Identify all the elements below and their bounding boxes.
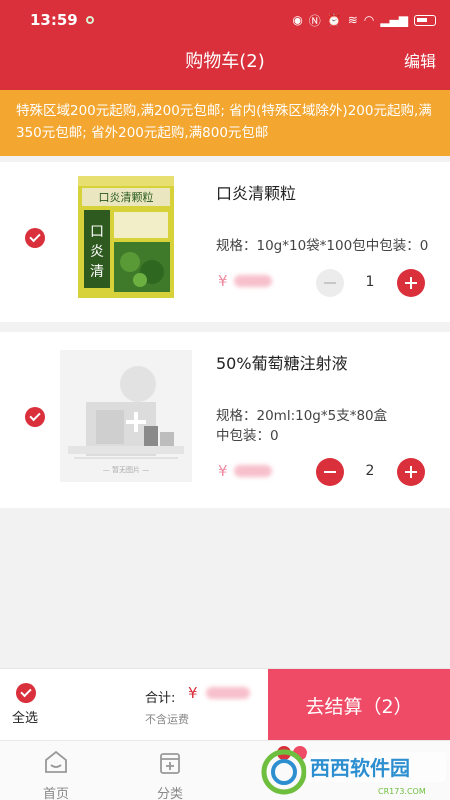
quantity-decrease-button[interactable]	[316, 269, 344, 297]
package-label: 口炎清颗粒	[99, 190, 154, 204]
header-bar: 购物车(2) 编辑	[0, 40, 450, 90]
select-all-checkbox[interactable]	[16, 683, 36, 703]
watermark-logo-icon: 西西软件园 CR173.COM	[261, 749, 446, 796]
svg-text:清: 清	[90, 264, 104, 280]
product-image[interactable]: 口炎清颗粒 口 炎 清	[78, 176, 174, 298]
watermark-text: 西西软件园	[310, 756, 410, 780]
item-checkbox[interactable]	[25, 228, 45, 248]
product-spec: 规格：20ml:10g*5支*80盒	[216, 408, 388, 424]
status-time: 13:59	[30, 11, 78, 29]
total-value-blurred	[205, 687, 250, 699]
notification-dot-icon	[85, 16, 94, 24]
quantity-increase-button[interactable]	[397, 458, 425, 486]
currency-symbol: ¥	[188, 684, 198, 702]
price-value-blurred	[233, 465, 272, 477]
product-price: ¥	[218, 462, 272, 480]
quantity-increase-button[interactable]	[397, 269, 425, 297]
price-value-blurred	[233, 275, 272, 287]
quantity-value: 2	[365, 463, 375, 479]
select-all-label[interactable]: 全选	[12, 707, 38, 726]
product-image-placeholder[interactable]: — 暂无图片 —	[60, 350, 192, 482]
cart-item: 口炎清颗粒 口 炎 清 口炎清颗粒 规格：10g*10袋*100包中包装：0 ¥…	[0, 162, 450, 322]
tab-category[interactable]: 分类	[130, 741, 210, 800]
placeholder-caption: — 暂无图片 —	[103, 465, 149, 474]
signal-icon: ▂▄▆	[380, 13, 408, 27]
status-bar: 13:59 ◉ Ⓝ ⏰ ≋ ◠ ▂▄▆	[0, 0, 450, 40]
quantity-decrease-button[interactable]	[316, 458, 344, 486]
nfc-icon: Ⓝ	[308, 13, 321, 28]
item-checkbox[interactable]	[25, 407, 45, 427]
system-icons: ◉ Ⓝ ⏰ ≋ ◠ ▂▄▆	[292, 12, 436, 29]
eye-icon: ◉	[292, 13, 303, 27]
alarm-icon: ⏰	[326, 13, 342, 27]
pharmacy-placeholder-icon: — 暂无图片 —	[68, 366, 184, 474]
shipping-note: 不含运费	[145, 713, 189, 726]
product-name[interactable]: 口炎清颗粒	[216, 180, 296, 204]
category-icon	[160, 753, 180, 774]
product-middle-pack: 中包装：0	[216, 428, 279, 444]
vibrate-icon: ≋	[347, 13, 358, 27]
home-icon	[45, 750, 67, 773]
svg-text:口: 口	[90, 224, 104, 240]
shipping-notice-banner: 特殊区域200元起购,满200元包邮; 省内(特殊区域除外)200元起购,满35…	[0, 90, 450, 156]
battery-icon	[414, 14, 436, 26]
edit-button[interactable]: 编辑	[404, 40, 436, 84]
page-title: 购物车(2)	[185, 51, 265, 72]
watermark-sub: CR173.COM	[378, 787, 426, 796]
total-label: 合计:	[145, 691, 176, 706]
tab-home[interactable]: 首页	[16, 741, 96, 800]
checkout-bar: 全选 合计: ¥ 不含运费 去结算（2）	[0, 668, 450, 741]
tab-label: 分类	[156, 787, 183, 800]
medicine-package-icon: 口炎清颗粒 口 炎 清	[78, 176, 174, 298]
currency-symbol: ¥	[218, 462, 228, 480]
checkout-button[interactable]: 去结算（2）	[268, 669, 450, 741]
product-spec: 规格：10g*10袋*100包中包装：0	[216, 238, 429, 254]
total-price: ¥	[188, 684, 250, 702]
svg-text:炎: 炎	[90, 244, 104, 260]
cart-item: — 暂无图片 — 50%葡萄糖注射液 规格：20ml:10g*5支*80盒 中包…	[0, 332, 450, 508]
site-watermark: 西西软件园 CR173.COM	[258, 742, 450, 800]
wifi-icon: ◠	[363, 13, 375, 27]
quantity-value: 1	[365, 274, 375, 290]
product-name[interactable]: 50%葡萄糖注射液	[216, 350, 348, 374]
currency-symbol: ¥	[218, 272, 228, 290]
tab-label: 首页	[42, 787, 69, 800]
product-price: ¥	[218, 272, 272, 290]
